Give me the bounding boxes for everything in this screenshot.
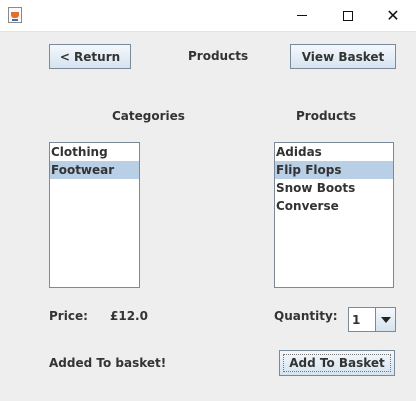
list-item[interactable]: Converse [275,197,393,215]
dropdown-button[interactable] [375,308,395,331]
quantity-label: Quantity: [274,309,338,323]
products-heading: Products [296,109,357,123]
maximize-icon [343,10,353,21]
list-item[interactable]: Adidas [275,143,393,161]
price-label: Price: [49,309,88,323]
add-to-basket-label: Add To Basket [289,356,385,370]
list-item-selected[interactable]: Footwear [50,161,139,179]
products-list[interactable]: Adidas Flip Flops Snow Boots Converse [274,142,394,288]
quantity-select[interactable]: 1 [348,307,396,332]
title-bar: ✕ [0,0,416,32]
categories-list[interactable]: Clothing Footwear [49,142,140,288]
price-value: £12.0 [110,309,148,323]
close-icon: ✕ [386,5,400,25]
add-to-basket-button[interactable]: Add To Basket [279,350,395,376]
view-basket-button[interactable]: View Basket [290,44,396,69]
java-cup-icon [8,7,22,23]
chevron-down-icon [380,316,391,323]
minimize-icon [297,15,307,16]
close-button[interactable]: ✕ [370,0,416,31]
page-title: Products [188,49,249,63]
list-item-selected[interactable]: Flip Flops [275,161,393,179]
maximize-button[interactable] [325,0,371,31]
list-item[interactable]: Clothing [50,143,139,161]
minimize-button[interactable] [279,0,325,31]
list-item[interactable]: Snow Boots [275,179,393,197]
return-button[interactable]: < Return [49,44,131,69]
quantity-value: 1 [352,313,361,327]
categories-heading: Categories [112,109,185,123]
status-message: Added To basket! [49,356,167,370]
